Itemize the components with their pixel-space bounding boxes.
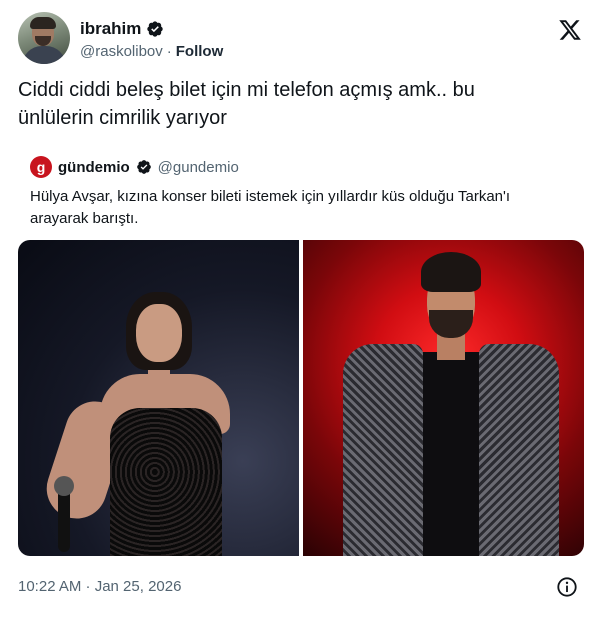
tweet-text-line-2: ünlülerin cimrilik yarıyor bbox=[18, 107, 227, 129]
photo-hair bbox=[421, 252, 481, 292]
quote-text: Hülya Avşar, kızına konser bileti isteme… bbox=[30, 186, 570, 230]
author-handle[interactable]: @raskolibov bbox=[80, 43, 163, 60]
author-avatar[interactable] bbox=[18, 12, 70, 64]
separator-dot: · bbox=[166, 42, 172, 60]
man-sequin-jacket-photo[interactable] bbox=[303, 240, 584, 556]
tweet-footer: 10:22 AM · Jan 25, 2026 bbox=[18, 576, 584, 600]
info-icon[interactable] bbox=[556, 576, 578, 598]
author-display-name[interactable]: ibrahim bbox=[80, 19, 141, 39]
quote-media bbox=[18, 240, 584, 556]
quote-text-line-1: Hülya Avşar, kızına konser bileti isteme… bbox=[30, 188, 511, 205]
quote-author-row: g gündemio @gundemio bbox=[30, 156, 239, 178]
verified-badge-icon bbox=[147, 21, 164, 37]
author-name-row: ibrahim bbox=[80, 18, 164, 40]
quote-text-line-2: arayarak barıştı. bbox=[30, 210, 139, 227]
woman-on-stage-photo[interactable] bbox=[18, 240, 299, 556]
avatar-shirt bbox=[22, 46, 66, 64]
photo-jacket-left bbox=[343, 344, 423, 556]
photo-jacket-right bbox=[479, 344, 559, 556]
quote-author-name[interactable]: gündemio bbox=[58, 159, 130, 176]
tweet-header: ibrahim @raskolibov · Follow bbox=[18, 12, 584, 68]
author-handle-row: @raskolibov · Follow bbox=[80, 41, 223, 61]
follow-button[interactable]: Follow bbox=[176, 43, 224, 60]
x-logo-icon[interactable] bbox=[558, 18, 582, 42]
photo-face bbox=[136, 304, 182, 362]
quote-author-handle[interactable]: @gundemio bbox=[158, 159, 239, 176]
quote-author-avatar[interactable]: g bbox=[30, 156, 52, 178]
microphone-head bbox=[54, 476, 74, 496]
avatar-hair bbox=[30, 17, 56, 29]
tweet-text-line-1: Ciddi ciddi beleş bilet için mi telefon … bbox=[18, 79, 475, 101]
photo-lace-dress bbox=[110, 408, 222, 556]
quote-verified-badge-icon bbox=[136, 160, 151, 174]
photo-beard bbox=[429, 310, 473, 338]
tweet-text: Ciddi ciddi beleş bilet için mi telefon … bbox=[18, 76, 578, 132]
tweet-timestamp[interactable]: 10:22 AM · Jan 25, 2026 bbox=[18, 578, 181, 595]
